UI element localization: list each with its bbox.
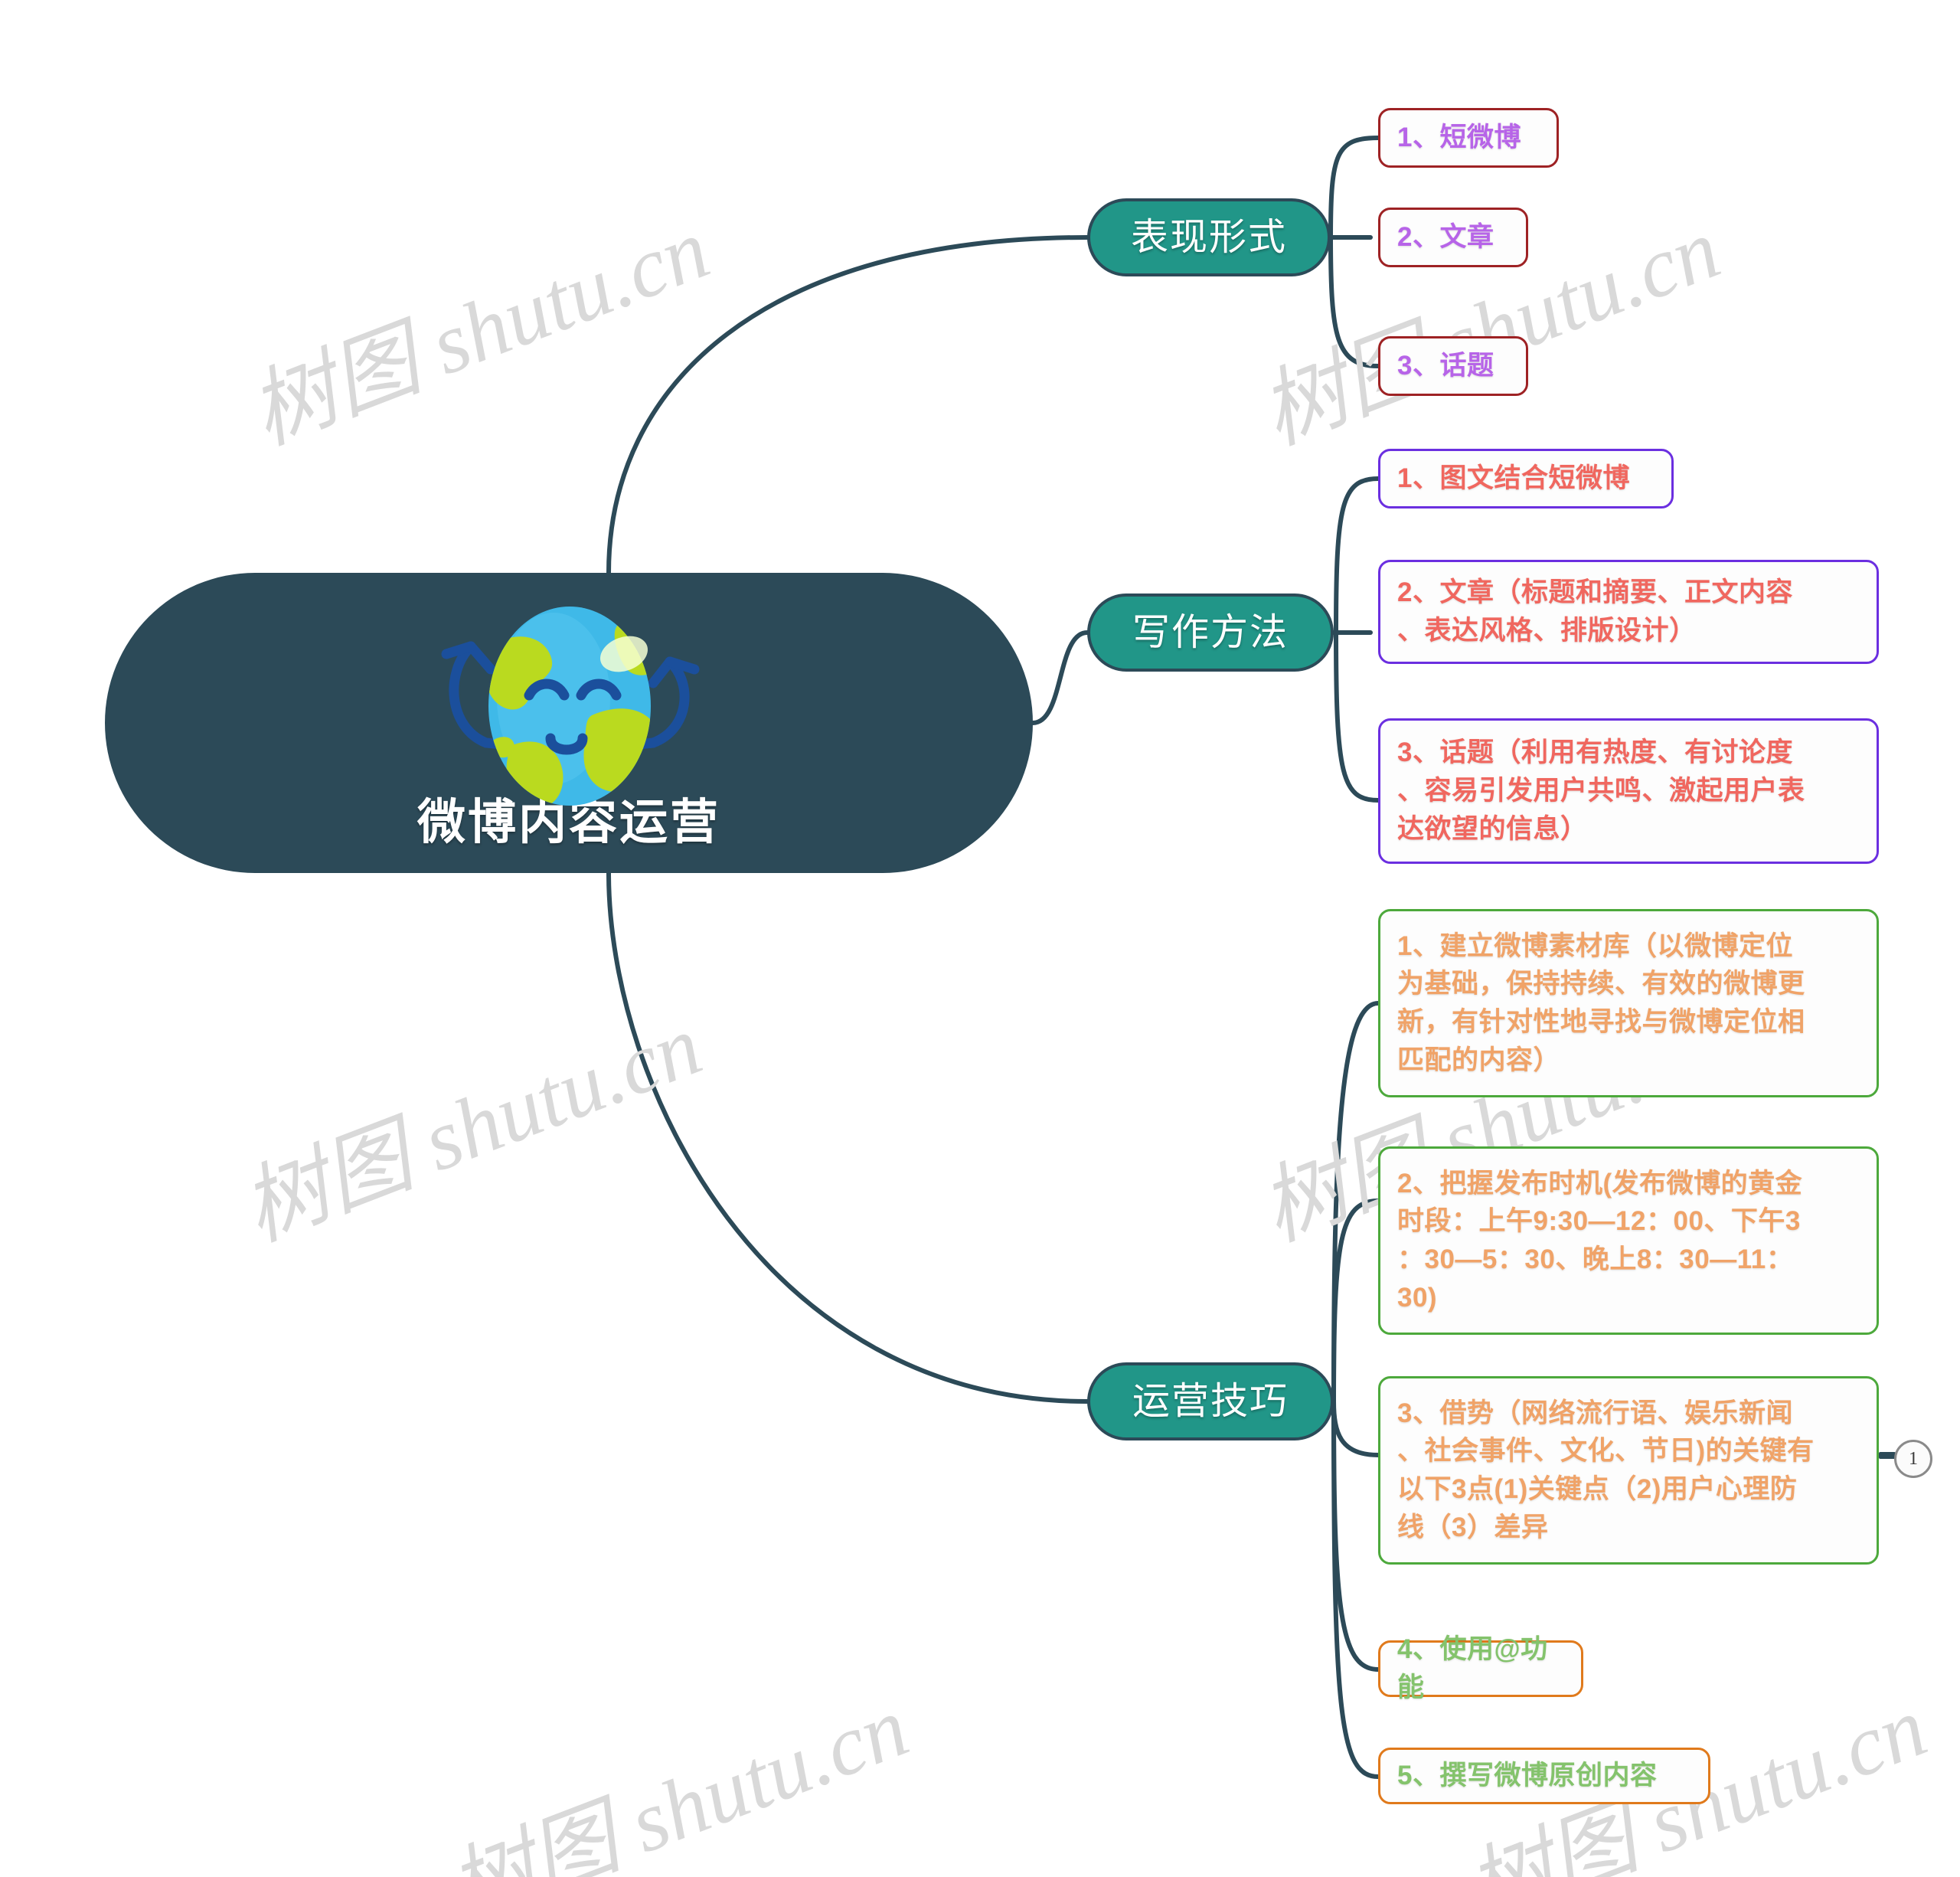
- badge-connector: [1879, 1452, 1896, 1459]
- leaf-text: 3、话题（利用有热度、有讨论度 、容易引发用户共鸣、激起用户表 达欲望的信息）: [1397, 737, 1805, 844]
- leaf-text: 3、借势（网络流行语、娱乐新闻 、社会事件、文化、节日)的关键有 以下3点(1)…: [1397, 1398, 1815, 1542]
- node-number-badge-label: 1: [1909, 1449, 1918, 1469]
- leaf-node[interactable]: 2、文章: [1378, 208, 1528, 267]
- mindmap-canvas: 微博内容运营 表现形式 写作方法 运营技巧 1、短微博 2、文章 3、话题 1、…: [0, 0, 1960, 1877]
- leaf-node[interactable]: 1、图文结合短微博: [1378, 449, 1674, 508]
- leaf-node[interactable]: 2、文章（标题和摘要、正文内容 、表达风格、排版设计）: [1378, 560, 1879, 664]
- leaf-node[interactable]: 1、建立微博素材库（以微博定位 为基础，保持持续、有效的微博更 新，有针对性地寻…: [1378, 909, 1879, 1097]
- branch-label: 写作方法: [1132, 611, 1289, 653]
- leaf-text: 2、文章（标题和摘要、正文内容 、表达风格、排版设计）: [1397, 577, 1793, 646]
- branch-node-1[interactable]: 写作方法: [1087, 594, 1334, 672]
- leaf-text: 1、图文结合短微博: [1397, 463, 1630, 494]
- leaf-node[interactable]: 2、把握发布时机(发布微博的黄金 时段：上午9:30—12：00、下午3 ：30…: [1378, 1146, 1879, 1335]
- leaf-text: 1、建立微博素材库（以微博定位 为基础，保持持续、有效的微博更 新，有针对性地寻…: [1397, 930, 1805, 1075]
- leaf-node[interactable]: 5、撰写微博原创内容: [1378, 1748, 1710, 1804]
- smiling-earth-globe-icon: [400, 599, 737, 813]
- node-number-badge[interactable]: 1: [1894, 1440, 1932, 1478]
- leaf-node[interactable]: 3、话题（利用有热度、有讨论度 、容易引发用户共鸣、激起用户表 达欲望的信息）: [1378, 718, 1879, 864]
- leaf-text: 1、短微博: [1397, 123, 1521, 153]
- leaf-text: 4、使用@功能: [1397, 1634, 1548, 1702]
- branch-node-2[interactable]: 运营技巧: [1087, 1362, 1334, 1440]
- leaf-text: 2、文章: [1397, 222, 1494, 253]
- branch-label: 表现形式: [1130, 216, 1287, 258]
- branch-label: 运营技巧: [1132, 1380, 1289, 1422]
- leaf-node[interactable]: 1、短微博: [1378, 108, 1559, 168]
- leaf-text: 2、把握发布时机(发布微博的黄金 时段：上午9:30—12：00、下午3 ：30…: [1397, 1168, 1803, 1313]
- branch-node-0[interactable]: 表现形式: [1087, 198, 1331, 276]
- leaf-text: 5、撰写微博原创内容: [1397, 1761, 1658, 1791]
- leaf-node[interactable]: 3、话题: [1378, 336, 1528, 396]
- leaf-node[interactable]: 4、使用@功能: [1378, 1634, 1583, 1702]
- leaf-text: 3、话题: [1397, 351, 1494, 381]
- root-node[interactable]: 微博内容运营: [105, 573, 1033, 873]
- leaf-node[interactable]: 3、借势（网络流行语、娱乐新闻 、社会事件、文化、节日)的关键有 以下3点(1)…: [1378, 1376, 1879, 1565]
